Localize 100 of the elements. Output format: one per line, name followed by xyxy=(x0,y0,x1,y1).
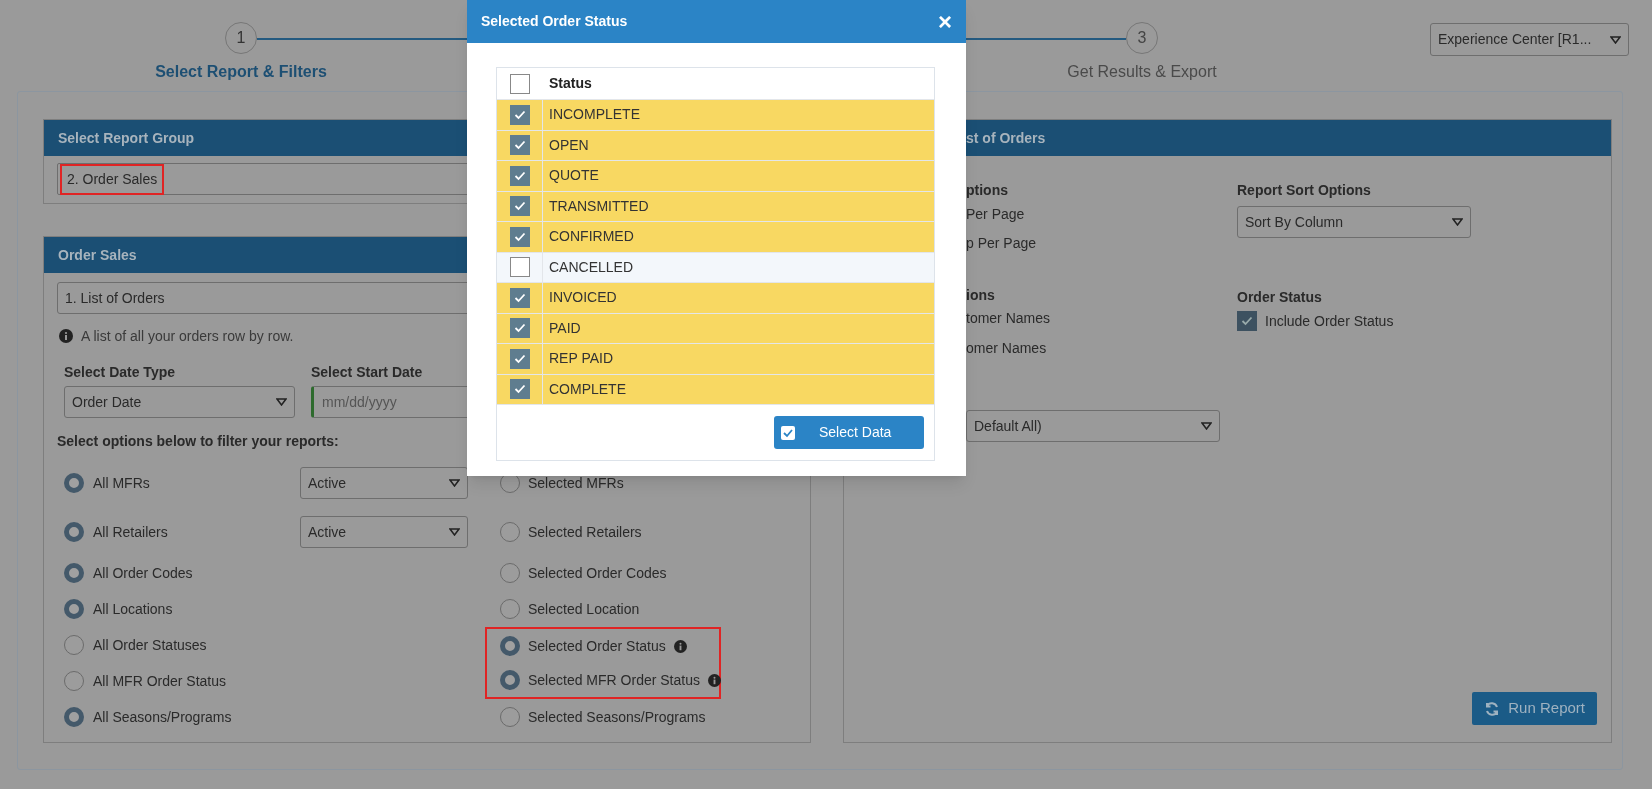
radio-label: All Order Codes xyxy=(93,563,193,583)
caret-icon xyxy=(1201,422,1212,430)
radio-button[interactable] xyxy=(64,563,84,583)
check-icon xyxy=(513,231,526,242)
select-data-button[interactable]: Select Data xyxy=(774,416,924,449)
radio-label: All MFRs xyxy=(93,473,150,493)
status-row[interactable]: REP PAID xyxy=(497,343,934,374)
checkbox[interactable] xyxy=(509,165,530,186)
status-label: PAID xyxy=(548,318,581,338)
checkbox-label: Include Order Status xyxy=(1265,311,1394,331)
caret-icon xyxy=(1610,35,1621,44)
radio-label: All MFR Order Status xyxy=(93,671,227,691)
status-row[interactable]: COMPLETE xyxy=(497,373,934,404)
checkbox[interactable] xyxy=(1237,311,1257,331)
radio-label: All Retailers xyxy=(93,522,168,542)
close-button[interactable]: × xyxy=(938,9,952,34)
caret-icon xyxy=(449,528,460,536)
section-heading: ions xyxy=(966,286,996,305)
step-label: Get Results & Export xyxy=(1067,62,1217,82)
radio-option[interactable]: Selected Order Codes xyxy=(485,555,721,591)
caret-icon xyxy=(276,398,287,406)
location-select[interactable]: Experience Center [R1... xyxy=(1430,23,1629,56)
radio-option[interactable]: Selected Retailers xyxy=(485,509,721,555)
check-icon xyxy=(513,201,526,212)
radio-option[interactable]: Selected Seasons/Programs xyxy=(485,699,721,735)
refresh-icon xyxy=(1484,700,1501,717)
radio-button[interactable] xyxy=(500,670,520,690)
radio-button[interactable] xyxy=(500,599,520,619)
field-label: Select Date Type xyxy=(64,363,176,382)
status-row[interactable]: QUOTE xyxy=(497,160,934,191)
radio-label: All Locations xyxy=(93,599,173,619)
info-icon xyxy=(673,639,687,653)
checkbox[interactable] xyxy=(509,135,530,156)
checkbox[interactable] xyxy=(510,73,530,94)
check-icon xyxy=(1241,316,1253,326)
checkbox[interactable] xyxy=(509,226,530,247)
check-icon xyxy=(513,323,526,334)
check-icon xyxy=(513,170,526,181)
radio-button[interactable] xyxy=(64,707,84,727)
modal-title: Selected Order Status xyxy=(481,12,628,31)
checkbox[interactable] xyxy=(509,104,530,125)
checkbox[interactable] xyxy=(509,379,530,400)
radio-button[interactable] xyxy=(64,522,84,542)
radio-button[interactable] xyxy=(500,707,520,727)
radio-option[interactable]: Selected Order Status xyxy=(485,627,721,663)
filter-select[interactable]: Default All) xyxy=(966,410,1220,442)
radio-button[interactable] xyxy=(500,563,520,583)
radio-label: All Seasons/Programs xyxy=(93,707,232,727)
column-header: Status xyxy=(548,74,592,93)
info-text: A list of all your orders row by row. xyxy=(81,326,294,346)
caret-icon xyxy=(449,479,460,487)
checkbox[interactable] xyxy=(509,348,530,369)
section-heading: ptions xyxy=(966,181,1009,200)
field-label: Select Start Date xyxy=(311,363,424,382)
report-group-value: 2. Order Sales xyxy=(60,163,165,195)
status-label: OPEN xyxy=(548,135,589,155)
status-row[interactable]: CANCELLED xyxy=(497,251,934,282)
radio-button[interactable] xyxy=(64,671,84,691)
radio-button[interactable] xyxy=(64,635,84,655)
checkbox-icon xyxy=(781,425,795,440)
status-row[interactable]: CONFIRMED xyxy=(497,221,934,252)
option-label: omer Names xyxy=(966,339,1048,358)
radio-label: All Order Statuses xyxy=(93,635,207,655)
status-label: QUOTE xyxy=(548,166,599,186)
status-select[interactable]: Active xyxy=(300,467,468,499)
status-row[interactable]: PAID xyxy=(497,312,934,343)
option-label: p Per Page xyxy=(966,234,1038,253)
radio-button[interactable] xyxy=(500,522,520,542)
section-heading: Order Status xyxy=(1237,288,1323,307)
status-row[interactable]: INCOMPLETE xyxy=(497,99,934,130)
status-select[interactable]: Active xyxy=(300,516,468,548)
radio-button[interactable] xyxy=(64,473,84,493)
filter-heading: Select options below to filter your reports: xyxy=(57,432,339,451)
radio-button[interactable] xyxy=(500,636,520,656)
checkbox[interactable] xyxy=(509,196,530,217)
status-label: INVOICED xyxy=(548,288,617,308)
run-report-button[interactable]: Run Report xyxy=(1472,692,1597,725)
checkbox[interactable] xyxy=(509,318,530,339)
section-heading: Report Sort Options xyxy=(1237,181,1372,200)
info-icon xyxy=(59,329,73,343)
option-label: Per Page xyxy=(966,205,1026,224)
radio-option[interactable]: Selected MFR Order Status xyxy=(485,663,721,699)
status-label: TRANSMITTED xyxy=(548,196,649,216)
check-icon xyxy=(513,109,526,120)
caret-icon xyxy=(1452,218,1463,226)
checkbox[interactable] xyxy=(509,287,530,308)
radio-option[interactable]: Selected Location xyxy=(485,591,721,627)
date-type-select[interactable]: Order Date xyxy=(64,386,295,418)
option-label: tomer Names xyxy=(966,309,1052,328)
status-row[interactable]: TRANSMITTED xyxy=(497,190,934,221)
check-icon xyxy=(513,292,526,303)
info-icon xyxy=(707,673,721,687)
radio-button[interactable] xyxy=(64,599,84,619)
checkbox[interactable] xyxy=(509,257,530,278)
check-icon xyxy=(513,384,526,395)
check-icon xyxy=(513,140,526,151)
status-row[interactable]: OPEN xyxy=(497,129,934,160)
status-row[interactable]: INVOICED xyxy=(497,282,934,313)
status-label: REP PAID xyxy=(548,349,614,369)
sort-select[interactable]: Sort By Column xyxy=(1237,206,1471,238)
